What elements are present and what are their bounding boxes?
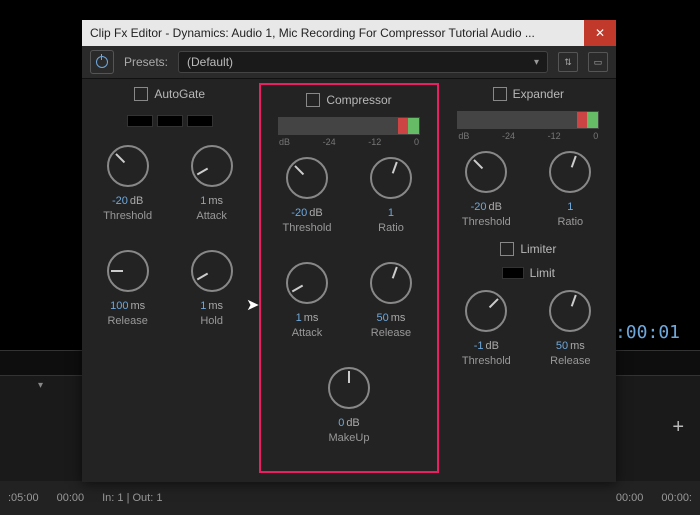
expander-scale: dB-24-120 [458,131,598,141]
preset-save-button[interactable]: ⇅ [558,52,578,72]
autogate-threshold-val: -20 [112,195,128,207]
compressor-threshold-label: Threshold [283,222,332,234]
compressor-attack-label: Attack [292,327,323,339]
limiter-title: Limiter [520,242,556,256]
compressor-release-val: 50 [377,312,389,324]
autogate-attack-label: Attack [196,210,227,222]
power-toggle[interactable] [90,50,114,74]
compressor-ratio-knob[interactable] [370,157,412,199]
expander-title: Expander [513,87,564,101]
compressor-section: Compressor dB-24-120 -20dBThreshold 1Rat… [259,83,438,473]
presets-label: Presets: [124,55,168,69]
autogate-release-label: Release [107,315,147,327]
expander-threshold-knob[interactable] [465,151,507,193]
expander-ratio-knob[interactable] [549,151,591,193]
compressor-attack-knob[interactable] [286,262,328,304]
zoom-in-button[interactable]: + [672,416,684,439]
ruler-marker-icon: ▾ [38,380,43,391]
close-icon: ✕ [595,26,605,40]
checkbox-icon [306,93,320,107]
compressor-release-knob[interactable] [370,262,412,304]
compressor-toggle[interactable]: Compressor [306,93,391,107]
autogate-release-knob[interactable] [107,250,149,292]
arrows-icon: ⇅ [564,57,572,68]
close-button[interactable]: ✕ [584,20,616,46]
compressor-scale: dB-24-120 [279,137,419,147]
autogate-threshold-knob[interactable] [107,145,149,187]
compressor-release-label: Release [371,327,411,339]
expander-toggle[interactable]: Expander [493,87,564,101]
power-icon [96,56,108,68]
tick-left-2: 00:00 [57,492,85,504]
right-column: Expander dB-24-120 -20dBThreshold 1Ratio… [441,79,616,483]
fx-editor-window: Clip Fx Editor - Dynamics: Audio 1, Mic … [82,20,616,482]
limiter-release-knob[interactable] [549,290,591,332]
expander-threshold-val: -20 [471,201,487,213]
compressor-makeup-knob[interactable] [328,367,370,409]
limit-label: Limit [530,266,555,280]
preset-delete-button[interactable]: ▭ [588,52,608,72]
trash-icon: ▭ [594,57,603,68]
autogate-hold-label: Hold [200,315,223,327]
expander-meter [457,111,599,129]
autogate-section: AutoGate -20dBThreshold 1msAttack 100msR… [82,79,257,483]
autogate-threshold-label: Threshold [103,210,152,222]
preset-dropdown[interactable]: (Default) ▾ [178,51,548,73]
compressor-threshold-val: -20 [291,207,307,219]
limiter-indicator: Limit [502,266,555,280]
autogate-title: AutoGate [154,87,205,101]
compressor-ratio-val: 1 [388,207,394,219]
toolbar: Presets: (Default) ▾ ⇅ ▭ [82,46,616,79]
tick-left-1: :05:00 [8,492,39,504]
titlebar[interactable]: Clip Fx Editor - Dynamics: Audio 1, Mic … [82,20,616,46]
expander-ratio-label: Ratio [557,216,583,228]
tick-right-2: 00:00: [661,492,692,504]
checkbox-icon [500,242,514,256]
compressor-threshold-knob[interactable] [286,157,328,199]
limiter-threshold-val: -1 [474,340,484,352]
autogate-release-val: 100 [110,300,128,312]
compressor-attack-val: 1 [296,312,302,324]
autogate-attack-val: 1 [200,195,206,207]
expander-threshold-label: Threshold [462,216,511,228]
autogate-toggle[interactable]: AutoGate [134,87,205,101]
compressor-makeup-val: 0 [338,417,344,429]
window-title: Clip Fx Editor - Dynamics: Audio 1, Mic … [90,26,584,40]
autogate-hold-knob[interactable] [191,250,233,292]
in-out-status: In: 1 | Out: 1 [102,492,162,504]
limiter-threshold-label: Threshold [462,355,511,367]
status-bar: :05:00 00:00 In: 1 | Out: 1 00:00 00:00: [0,481,700,515]
limiter-release-val: 50 [556,340,568,352]
checkbox-icon [493,87,507,101]
limiter-threshold-knob[interactable] [465,290,507,332]
gate-indicator [127,115,213,127]
tick-right-1: 00:00 [616,492,644,504]
compressor-ratio-label: Ratio [378,222,404,234]
expander-ratio-val: 1 [567,201,573,213]
autogate-attack-knob[interactable] [191,145,233,187]
compressor-meter [278,117,420,135]
preset-value: (Default) [187,55,233,69]
autogate-hold-val: 1 [200,300,206,312]
compressor-title: Compressor [326,93,391,107]
limiter-toggle[interactable]: Limiter [500,242,556,256]
limiter-release-label: Release [550,355,590,367]
compressor-makeup-label: MakeUp [329,432,370,444]
chevron-down-icon: ▾ [534,57,539,68]
checkbox-icon [134,87,148,101]
